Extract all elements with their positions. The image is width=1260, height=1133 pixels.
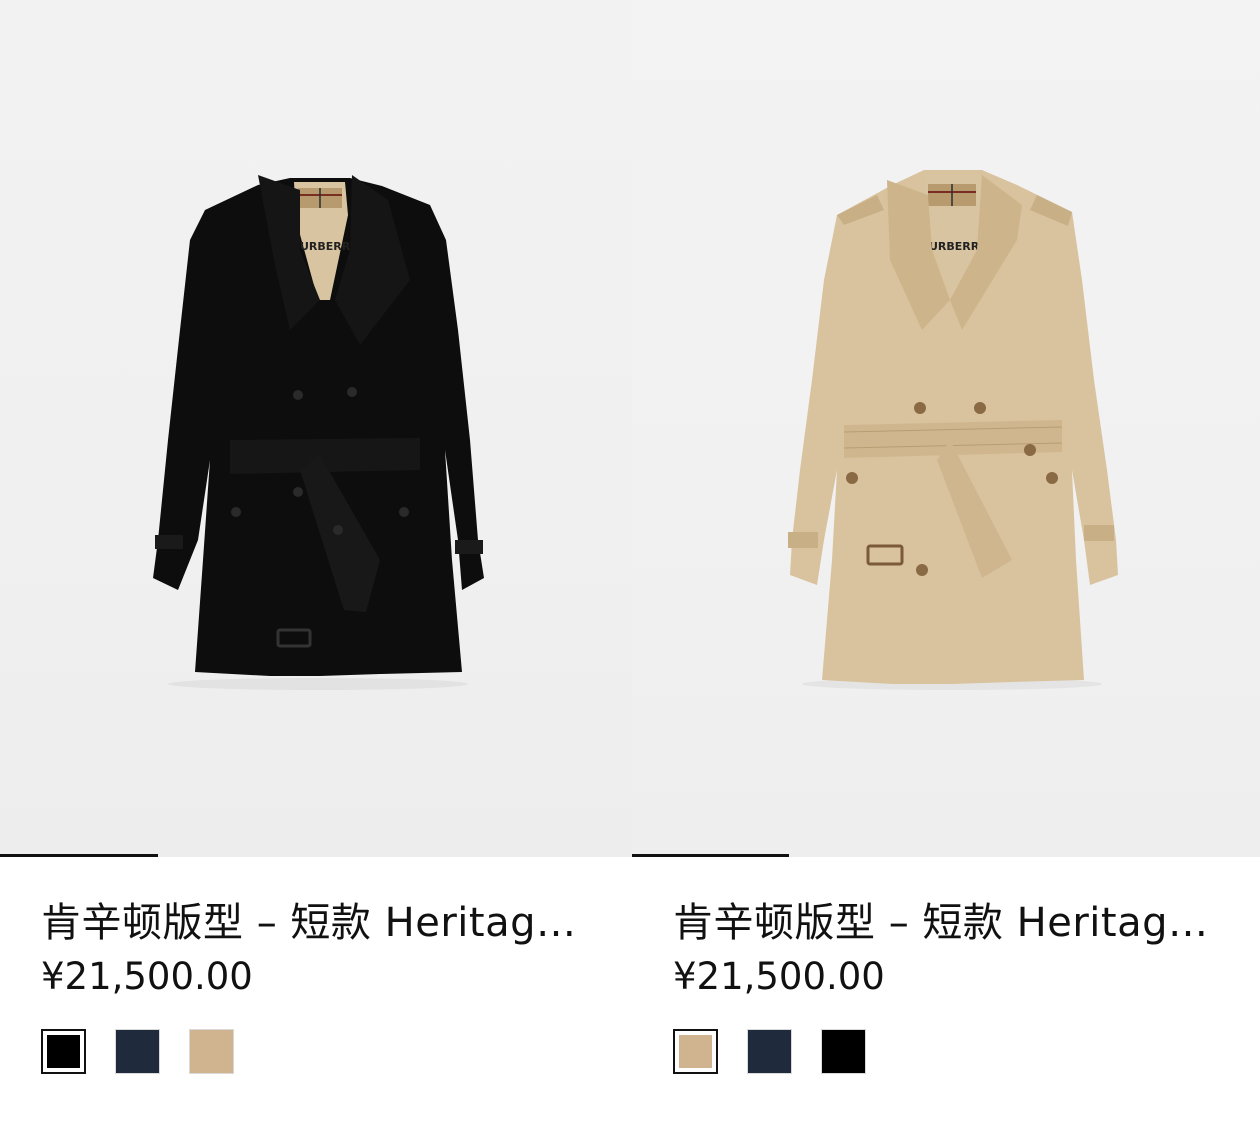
product-grid: URBERRY 肯辛顿版型 – 短款 Heritage T ¥21,500.00… <box>0 0 1260 1133</box>
swatch-fill <box>679 1035 712 1068</box>
product-title[interactable]: 肯辛顿版型 – 短款 Heritage Trench 风衣 <box>673 897 1221 949</box>
product-image[interactable]: URBERRY <box>0 0 632 857</box>
swatch-fill <box>190 1030 233 1073</box>
honey-trench-coat-image: URBERRY <box>788 170 1118 690</box>
product-price: ¥21,500.00 <box>673 955 885 998</box>
product-image[interactable]: URBERRY <box>632 0 1260 857</box>
product-card[interactable]: URBERRY 肯辛顿版型 – 短款 Heritage T ¥21,500.00 <box>0 0 632 1133</box>
swatch-fill <box>822 1030 865 1073</box>
swatch-black[interactable] <box>821 1029 866 1074</box>
swatch-honey[interactable] <box>189 1029 234 1074</box>
product-price: ¥21,500.00 <box>41 955 253 998</box>
swatch-fill <box>47 1035 80 1068</box>
swatch-fill <box>116 1030 159 1073</box>
swatch-black[interactable] <box>41 1029 86 1074</box>
image-carousel-progress <box>632 854 789 857</box>
swatch-navy[interactable] <box>115 1029 160 1074</box>
swatch-honey[interactable] <box>673 1029 718 1074</box>
swatch-fill <box>748 1030 791 1073</box>
product-card[interactable]: URBERRY 肯辛顿版型 – 短款 Heritage ¥21,500.00 <box>632 0 1260 1133</box>
product-title[interactable]: 肯辛顿版型 – 短款 Heritage Trench 风衣 <box>41 897 601 949</box>
black-trench-coat-image: URBERRY <box>153 175 484 690</box>
image-carousel-progress <box>0 854 158 857</box>
swatch-navy[interactable] <box>747 1029 792 1074</box>
